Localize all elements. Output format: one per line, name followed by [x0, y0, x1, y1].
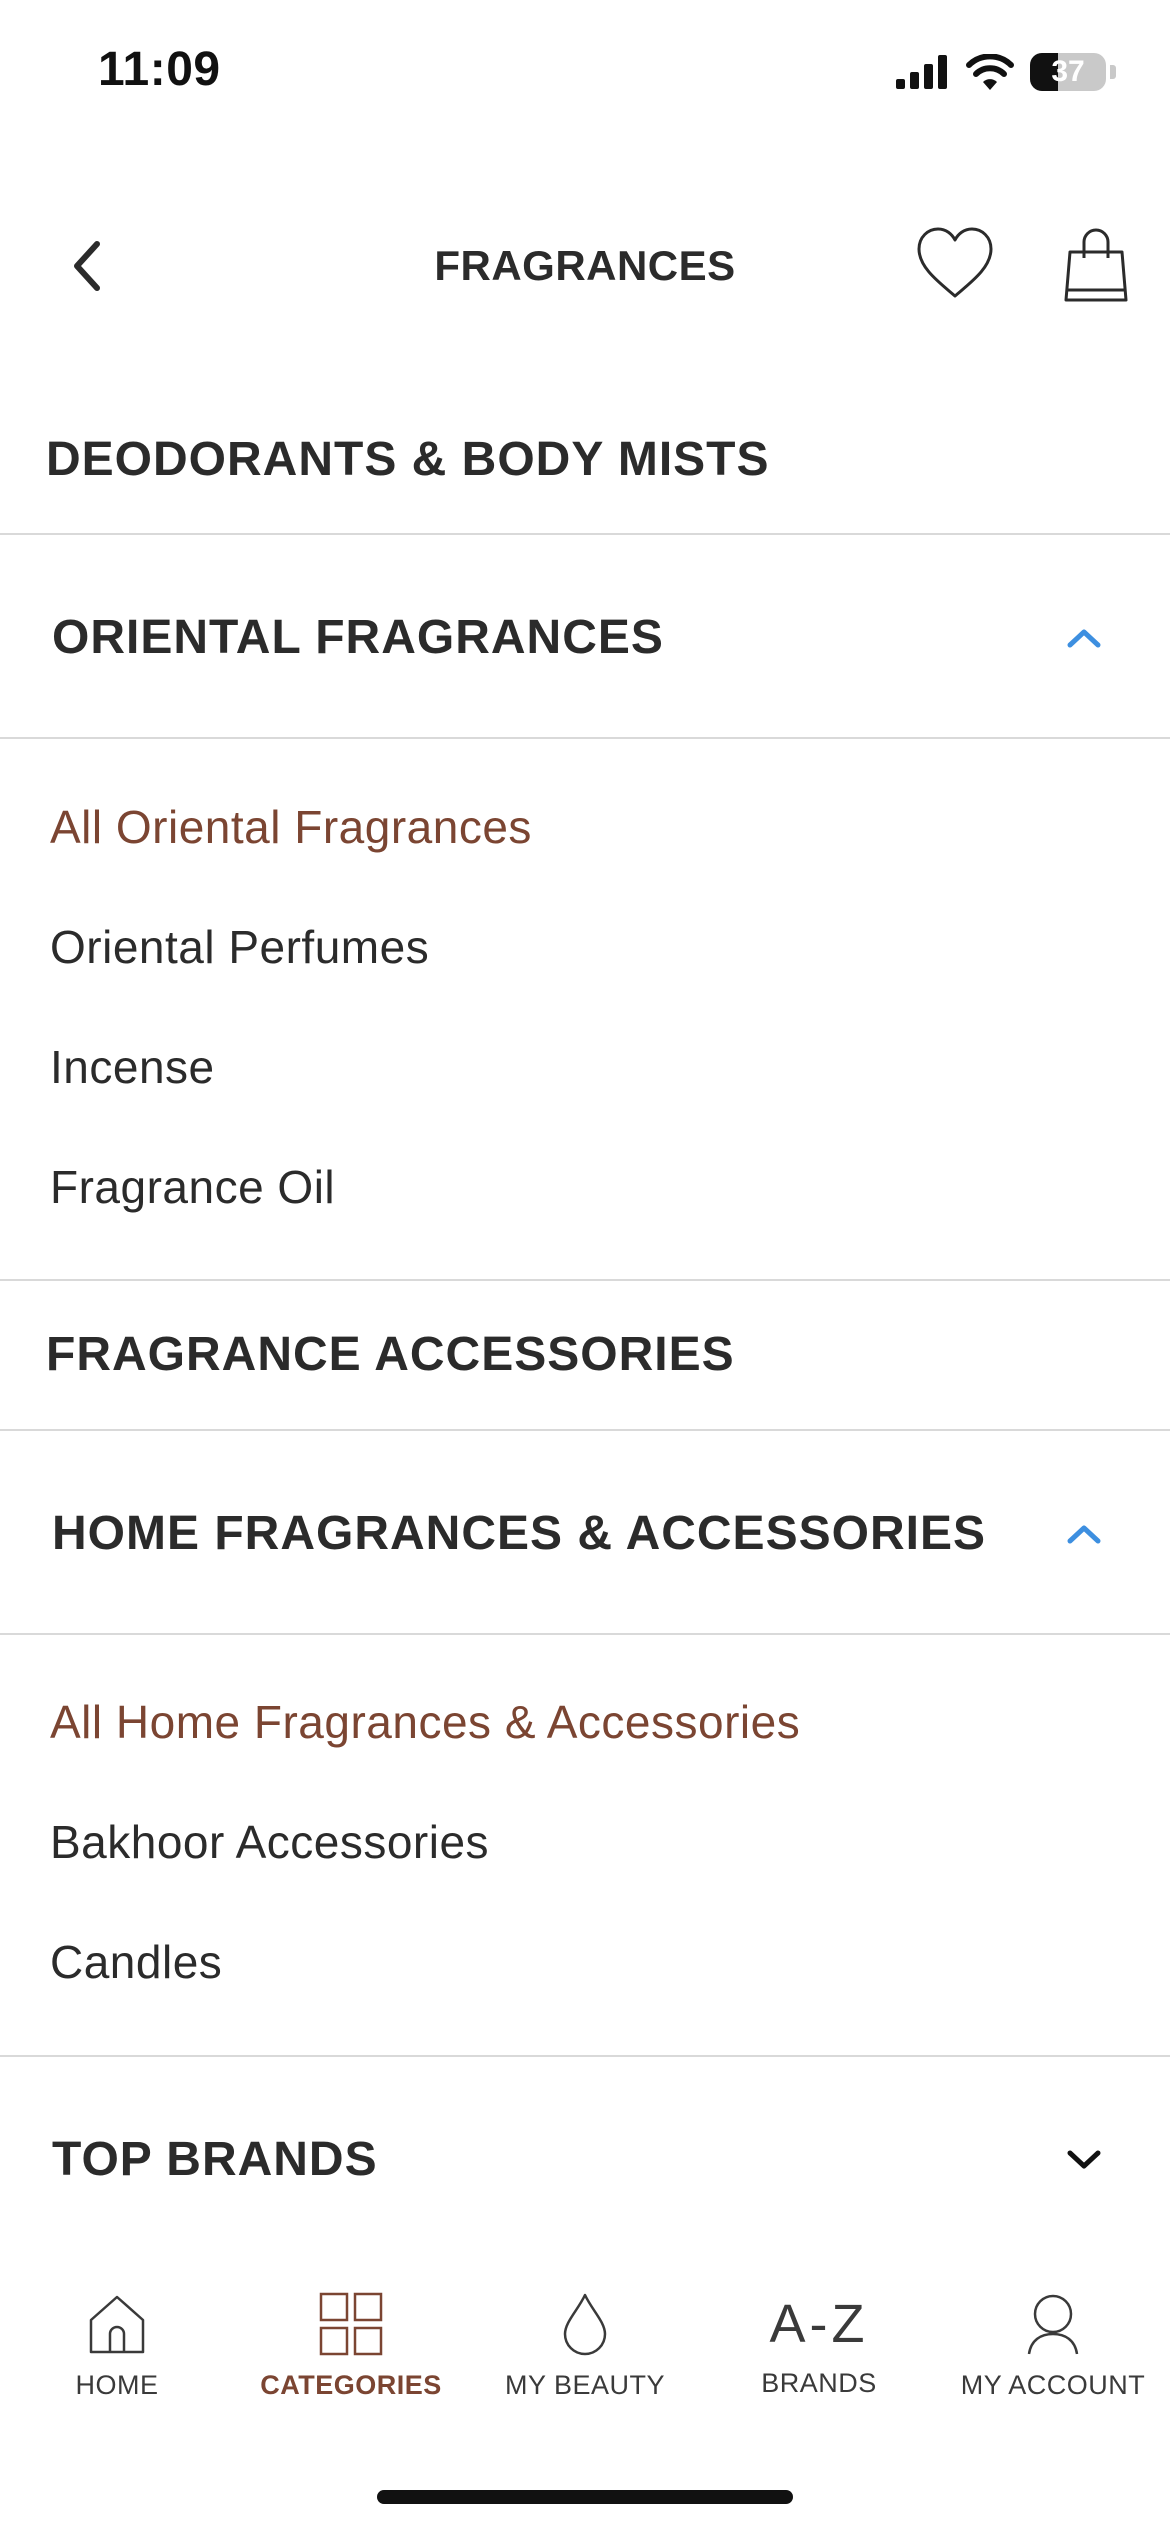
droplet-icon — [563, 2293, 607, 2356]
sub-item-bakhoor-accessories[interactable]: Bakhoor Accessories — [50, 1815, 489, 1869]
tab-my-account-label: MY ACCOUNT — [960, 2370, 1146, 2400]
categories-grid-icon — [319, 2292, 383, 2356]
tab-categories[interactable]: CATEGORIES — [234, 2292, 468, 2401]
user-icon — [1027, 2294, 1079, 2355]
chevron-up-icon — [1067, 629, 1101, 648]
divider — [0, 2055, 1170, 2057]
tab-my-beauty[interactable]: MY BEAUTY — [468, 2292, 702, 2401]
shopping-bag-icon — [1064, 228, 1128, 302]
heart-icon — [917, 227, 993, 298]
divider — [0, 737, 1170, 739]
a-z-icon: A-Z — [769, 2294, 869, 2354]
sub-item-candles[interactable]: Candles — [50, 1935, 222, 1989]
section-fragrance-accessories[interactable]: FRAGRANCE ACCESSORIES — [46, 1327, 735, 1382]
sub-item-oriental-perfumes[interactable]: Oriental Perfumes — [50, 920, 429, 974]
expand-top-brands-button[interactable] — [1062, 2138, 1106, 2182]
chevron-up-icon — [1067, 1525, 1101, 1544]
battery-cap — [1110, 65, 1116, 79]
battery-icon: 37 — [1030, 53, 1106, 91]
collapse-home-fragrances-button[interactable] — [1062, 1512, 1106, 1556]
tab-my-beauty-label: MY BEAUTY — [504, 2370, 666, 2400]
chevron-down-icon — [1067, 2150, 1101, 2169]
section-top-brands[interactable]: TOP BRANDS — [52, 2132, 378, 2187]
tab-categories-label: CATEGORIES — [260, 2370, 442, 2400]
cellular-signal-icon — [896, 55, 947, 89]
wishlist-button[interactable] — [914, 224, 996, 306]
collapse-oriental-button[interactable] — [1062, 616, 1106, 660]
shopping-bag-button[interactable] — [1060, 226, 1132, 306]
home-icon — [89, 2295, 145, 2354]
section-deodorants-body-mists[interactable]: DEODORANTS & BODY MISTS — [46, 432, 770, 487]
divider — [0, 1279, 1170, 1281]
tab-home-label: HOME — [75, 2370, 159, 2400]
divider — [0, 1429, 1170, 1431]
status-time: 11:09 — [98, 43, 221, 96]
tab-my-account[interactable]: MY ACCOUNT — [936, 2292, 1170, 2401]
sub-item-all-home-fragrances[interactable]: All Home Fragrances & Accessories — [50, 1695, 800, 1749]
status-icons: 37 — [896, 50, 1116, 94]
divider — [0, 533, 1170, 535]
wifi-icon — [966, 54, 1014, 90]
section-home-fragrances-accessories[interactable]: HOME FRAGRANCES & ACCESSORIES — [52, 1506, 986, 1561]
tab-brands[interactable]: A-Z BRANDS — [702, 2292, 936, 2399]
sub-item-all-oriental-fragrances[interactable]: All Oriental Fragrances — [50, 800, 532, 854]
sub-item-incense[interactable]: Incense — [50, 1040, 215, 1094]
home-indicator[interactable] — [377, 2490, 793, 2504]
battery-level: 37 — [1051, 55, 1085, 88]
divider — [0, 1633, 1170, 1635]
section-oriental-fragrances[interactable]: ORIENTAL FRAGRANCES — [52, 610, 664, 665]
tab-brands-label: BRANDS — [761, 2368, 877, 2398]
tab-home[interactable]: HOME — [0, 2292, 234, 2401]
sub-item-fragrance-oil[interactable]: Fragrance Oil — [50, 1160, 335, 1214]
